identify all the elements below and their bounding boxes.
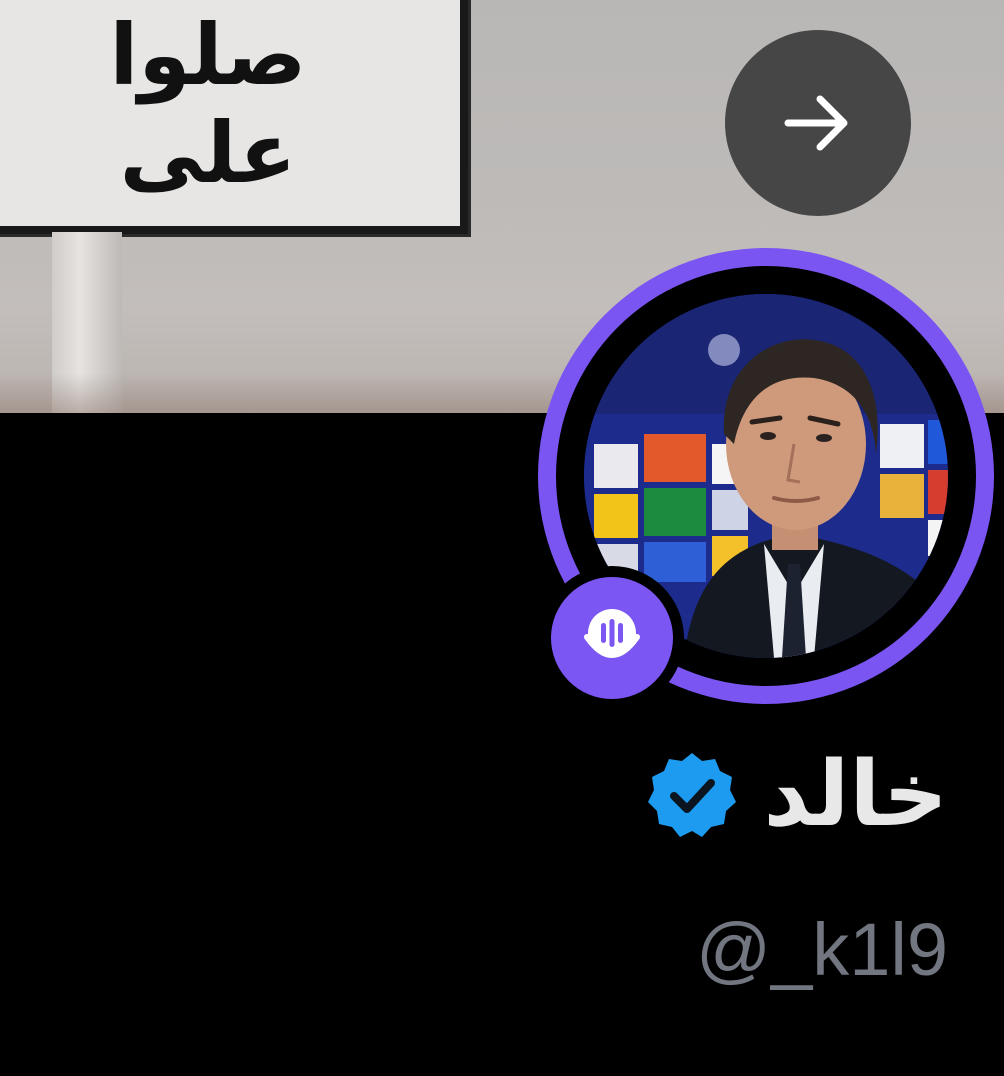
banner-sign-text: صلوا على <box>109 6 307 202</box>
road-sign: صلوا على <box>0 0 468 234</box>
verified-badge-icon[interactable] <box>646 749 738 841</box>
spaces-microphone-icon <box>584 609 640 658</box>
profile-header-screen: صلوا على خالد @_k1l9 <box>0 0 1004 1076</box>
user-handle: @_k1l9 <box>695 908 948 991</box>
display-name: خالد <box>763 742 948 847</box>
arrow-right-icon <box>784 95 848 151</box>
next-button[interactable] <box>725 30 911 216</box>
spaces-badge[interactable] <box>540 566 684 710</box>
display-name-row: خالد <box>646 740 948 850</box>
spaces-badge-circle <box>551 577 673 699</box>
